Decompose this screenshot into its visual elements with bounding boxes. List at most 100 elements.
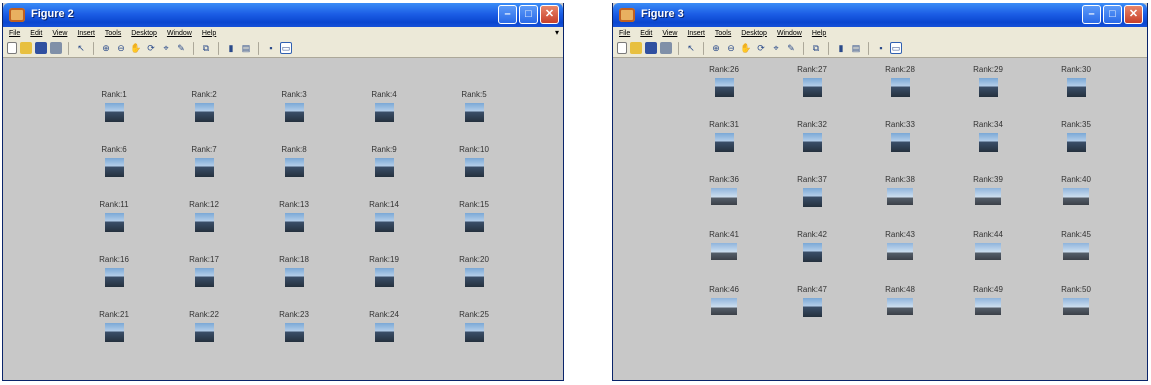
rank-label: Rank:18 bbox=[279, 255, 309, 264]
menu-edit[interactable]: Edit bbox=[30, 30, 42, 37]
result-thumbnail-image bbox=[887, 243, 913, 260]
result-thumbnail-image bbox=[714, 133, 734, 152]
rank-label: Rank:8 bbox=[281, 145, 307, 154]
link-icon[interactable]: ⧉ bbox=[200, 42, 212, 54]
menu-view[interactable]: View bbox=[662, 30, 677, 37]
hide-plot-tools-icon[interactable]: ▪ bbox=[875, 42, 887, 54]
maximize-button[interactable]: □ bbox=[519, 5, 538, 24]
brush-icon[interactable]: ✎ bbox=[785, 42, 797, 54]
result-thumbnail-image bbox=[890, 133, 910, 152]
show-plot-tools-icon[interactable]: ▭ bbox=[890, 42, 902, 54]
rank-cell: Rank:21 bbox=[74, 309, 154, 342]
rank-label: Rank:34 bbox=[973, 120, 1003, 129]
result-thumbnail-image bbox=[802, 188, 822, 207]
rank-label: Rank:29 bbox=[973, 65, 1003, 74]
result-thumbnail-image bbox=[194, 158, 214, 177]
title-bar[interactable]: Figure 3 – □ ✕ bbox=[613, 3, 1147, 27]
new-file-icon[interactable] bbox=[7, 42, 17, 54]
hide-plot-tools-icon[interactable]: ▪ bbox=[265, 42, 277, 54]
menu-help[interactable]: Help bbox=[812, 30, 826, 37]
rank-label: Rank:15 bbox=[459, 200, 489, 209]
legend-icon[interactable]: ▤ bbox=[240, 42, 252, 54]
result-thumbnail-image bbox=[711, 298, 737, 315]
print-icon[interactable] bbox=[50, 42, 62, 54]
open-folder-icon[interactable] bbox=[20, 42, 32, 54]
zoom-in-icon[interactable]: ⊕ bbox=[710, 42, 722, 54]
rank-cell: Rank:30 bbox=[1036, 64, 1116, 97]
rank-cell: Rank:8 bbox=[254, 144, 334, 177]
rank-label: Rank:39 bbox=[973, 175, 1003, 184]
pan-icon[interactable]: ✋ bbox=[740, 42, 752, 54]
rank-label: Rank:26 bbox=[709, 65, 739, 74]
rank-label: Rank:11 bbox=[99, 200, 129, 209]
pan-icon[interactable]: ✋ bbox=[130, 42, 142, 54]
open-folder-icon[interactable] bbox=[630, 42, 642, 54]
menu-tools[interactable]: Tools bbox=[105, 30, 121, 37]
pointer-icon[interactable]: ↖ bbox=[685, 42, 697, 54]
rank-label: Rank:14 bbox=[369, 200, 399, 209]
rank-label: Rank:47 bbox=[797, 285, 827, 294]
data-cursor-icon[interactable]: ⌖ bbox=[770, 42, 782, 54]
save-icon[interactable] bbox=[645, 42, 657, 54]
rank-cell: Rank:10 bbox=[434, 144, 514, 177]
save-icon[interactable] bbox=[35, 42, 47, 54]
title-bar[interactable]: Figure 2 – □ ✕ bbox=[3, 3, 563, 27]
result-thumbnail-image bbox=[464, 158, 484, 177]
result-thumbnail-image bbox=[464, 268, 484, 287]
rank-label: Rank:17 bbox=[189, 255, 219, 264]
maximize-button[interactable]: □ bbox=[1103, 5, 1122, 24]
result-thumbnail-image bbox=[802, 243, 822, 262]
menu-overflow-arrow-icon[interactable]: ▾ bbox=[555, 28, 559, 37]
menu-view[interactable]: View bbox=[52, 30, 67, 37]
pointer-icon[interactable]: ↖ bbox=[75, 42, 87, 54]
show-plot-tools-icon[interactable]: ▭ bbox=[280, 42, 292, 54]
link-icon[interactable]: ⧉ bbox=[810, 42, 822, 54]
minimize-button[interactable]: – bbox=[498, 5, 517, 24]
colorbar-icon[interactable]: ▮ bbox=[225, 42, 237, 54]
legend-icon[interactable]: ▤ bbox=[850, 42, 862, 54]
menu-insert[interactable]: Insert bbox=[687, 30, 705, 37]
menu-window[interactable]: Window bbox=[777, 30, 802, 37]
result-thumbnail-image bbox=[374, 213, 394, 232]
close-button[interactable]: ✕ bbox=[540, 5, 559, 24]
result-thumbnail-image bbox=[887, 188, 913, 205]
brush-icon[interactable]: ✎ bbox=[175, 42, 187, 54]
minimize-button[interactable]: – bbox=[1082, 5, 1101, 24]
zoom-out-icon[interactable]: ⊖ bbox=[725, 42, 737, 54]
new-file-icon[interactable] bbox=[617, 42, 627, 54]
menu-help[interactable]: Help bbox=[202, 30, 216, 37]
menu-bar: File Edit View Insert Tools Desktop Wind… bbox=[3, 27, 563, 39]
rank-cell: Rank:12 bbox=[164, 199, 244, 232]
result-thumbnail-image bbox=[374, 323, 394, 342]
colorbar-icon[interactable]: ▮ bbox=[835, 42, 847, 54]
menu-desktop[interactable]: Desktop bbox=[741, 30, 767, 37]
data-cursor-icon[interactable]: ⌖ bbox=[160, 42, 172, 54]
menu-edit[interactable]: Edit bbox=[640, 30, 652, 37]
matlab-logo-icon bbox=[9, 8, 25, 22]
menu-file[interactable]: File bbox=[619, 30, 630, 37]
rank-cell: Rank:36 bbox=[684, 174, 764, 205]
rank-cell: Rank:4 bbox=[344, 89, 424, 122]
rank-label: Rank:48 bbox=[885, 285, 915, 294]
rotate-3d-icon[interactable]: ⟳ bbox=[755, 42, 767, 54]
rank-cell: Rank:7 bbox=[164, 144, 244, 177]
rank-cell: Rank:31 bbox=[684, 119, 764, 152]
result-thumbnail-image bbox=[284, 213, 304, 232]
menu-insert[interactable]: Insert bbox=[77, 30, 95, 37]
menu-desktop[interactable]: Desktop bbox=[131, 30, 157, 37]
result-thumbnail-image bbox=[711, 188, 737, 205]
menu-file[interactable]: File bbox=[9, 30, 20, 37]
toolbar-separator bbox=[258, 41, 259, 55]
rank-cell: Rank:23 bbox=[254, 309, 334, 342]
close-button[interactable]: ✕ bbox=[1124, 5, 1143, 24]
rank-cell: Rank:40 bbox=[1036, 174, 1116, 205]
zoom-out-icon[interactable]: ⊖ bbox=[115, 42, 127, 54]
menu-tools[interactable]: Tools bbox=[715, 30, 731, 37]
rank-label: Rank:31 bbox=[709, 120, 739, 129]
zoom-in-icon[interactable]: ⊕ bbox=[100, 42, 112, 54]
print-icon[interactable] bbox=[660, 42, 672, 54]
result-thumbnail-image bbox=[284, 268, 304, 287]
rotate-3d-icon[interactable]: ⟳ bbox=[145, 42, 157, 54]
result-thumbnail-image bbox=[104, 268, 124, 287]
menu-window[interactable]: Window bbox=[167, 30, 192, 37]
